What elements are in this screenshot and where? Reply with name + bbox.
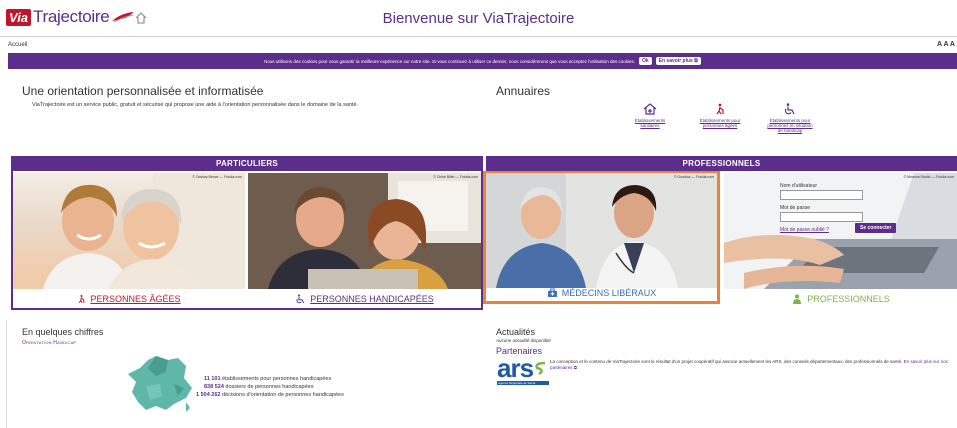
card-professionnels[interactable]: PROFESSIONNELS [724,289,957,308]
stat-value: 838 524 [204,384,224,390]
france-map-icon [128,356,192,412]
intro-text: ViaTrajectoire est un service public, gr… [32,102,359,108]
cookie-more-button[interactable]: En savoir plus ⧉ [655,57,701,65]
cookie-banner: Nous utilisons des cookies pour vous gar… [8,53,957,69]
annuaire-handicap-link[interactable]: Établissements pour personnes en situatio… [767,118,812,133]
stat-label: établissements pour personnes handicapée… [222,376,332,382]
personnes-handicapees-link[interactable]: PERSONNES HANDICAPÉES [310,294,434,304]
forgot-password-link[interactable]: Mot de passe oublié ? [780,227,829,233]
figures-title: En quelques chiffres [22,327,104,337]
card-personnes-agees[interactable]: PERSONNES ÂGÉES [13,289,245,308]
external-link-icon: ⧉ [573,365,577,370]
ars-logo[interactable]: ars Agence Régionale de Santé [497,353,549,391]
figures-subtitle: Orientation Handicap [22,340,77,346]
annuaire-sanitaires-link[interactable]: Établissements sanitaires [635,118,666,128]
login-form: Nom d'utilisateur Mot de passe Mot de pa… [780,183,897,233]
hospital-icon [643,103,657,115]
professionnels-header: PROFESSIONNELS [486,156,957,171]
annuaire-personnes-agees-link[interactable]: Établissements pour personnes âgées [700,118,741,128]
elderly-icon [79,294,85,303]
cookie-more-label: En savoir plus [658,58,693,64]
stat-etablissements: 11 101 établissements pour personnes han… [204,376,331,382]
particuliers-header: PARTICULIERS [11,156,483,171]
font-size-controls[interactable]: A A A [937,41,955,48]
username-input[interactable] [780,190,863,200]
annuaire-handicap[interactable]: Établissements pour personnes en situatio… [760,103,820,133]
external-link-icon: ⧉ [694,58,698,64]
page-title: Bienvenue sur ViaTrajectoire [382,10,575,27]
content-left-border [6,320,7,428]
professionals-group-icon [793,294,802,304]
stat-label: dossiers de personnes handicapées [225,384,314,390]
annuaire-personnes-agees[interactable]: Établissements pour personnes âgées [690,103,750,128]
card-personnes-handicapees[interactable]: PERSONNES HANDICAPÉES [248,289,481,308]
ars-logo-sub: Agence Régionale de Santé [497,381,549,385]
ars-swoosh-icon [535,361,546,375]
personnes-agees-link[interactable]: PERSONNES ÂGÉES [90,294,180,304]
password-label: Mot de passe [780,205,811,211]
stat-decisions: 1 504 262 décisions d'orientation de per… [196,392,344,398]
photo-credit: © Minerva Studio — Fotolia.com [903,175,954,179]
photo-personnes-handicapees[interactable]: © Chloé Billet — Fotolia.com [248,173,481,289]
photo-credit: © Chloé Billet — Fotolia.com [433,175,478,179]
annuaire-sanitaires[interactable]: Établissements sanitaires [620,103,680,128]
stat-value: 1 504 262 [196,392,221,398]
stat-label: décisions d'orientation de personnes han… [222,392,344,398]
breadcrumb-home-link[interactable]: Accueil [8,42,27,48]
card-medecins-liberaux[interactable]: MÉDECINS LIBÉRAUX [486,288,717,302]
stat-dossiers: 838 524 dossiers de personnes handicapée… [204,384,313,390]
photo-personnes-agees[interactable]: © Ocskay Bence — Fotolia.com [13,173,245,289]
partners-text: La conception et le contenu de ViaTrajec… [550,359,948,370]
photo-credit: © Goodluz — Fotolia.com [673,175,714,179]
photo-medecins-liberaux[interactable]: © Goodluz — Fotolia.com [486,173,717,288]
medical-bag-icon [547,288,557,297]
doctor-patient-photo [486,173,717,288]
breadcrumb: Accueil [0,36,957,50]
news-title: Actualités [496,327,536,337]
professionnels-link[interactable]: PROFESSIONNELS [807,294,890,304]
elderly-couple-photo [43,173,245,289]
elderly-icon [716,103,724,115]
intro-title: Une orientation personnalisée et informa… [22,84,264,98]
stat-value: 11 101 [204,376,221,382]
site-header: Via Trajectoire Bienvenue sur ViaTraject… [0,0,957,36]
wheelchair-icon [296,294,305,303]
username-label: Nom d'utilisateur [780,183,818,189]
photo-credit: © Ocskay Bence — Fotolia.com [192,175,242,179]
handicap-people-photo [248,173,481,289]
cookie-ok-button[interactable]: Ok [638,57,652,65]
medecins-liberaux-link[interactable]: MÉDECINS LIBÉRAUX [562,288,657,298]
annuaires-title: Annuaires [496,84,551,98]
cookie-text: Nous utilisons des cookies pour vous gar… [264,58,635,64]
password-input[interactable] [780,212,863,222]
news-empty-message: Aucune actualité disponible [496,338,551,343]
login-button[interactable]: Se connecter [855,223,897,233]
ars-logo-text: ars [497,353,534,383]
wheelchair-icon [784,103,795,115]
